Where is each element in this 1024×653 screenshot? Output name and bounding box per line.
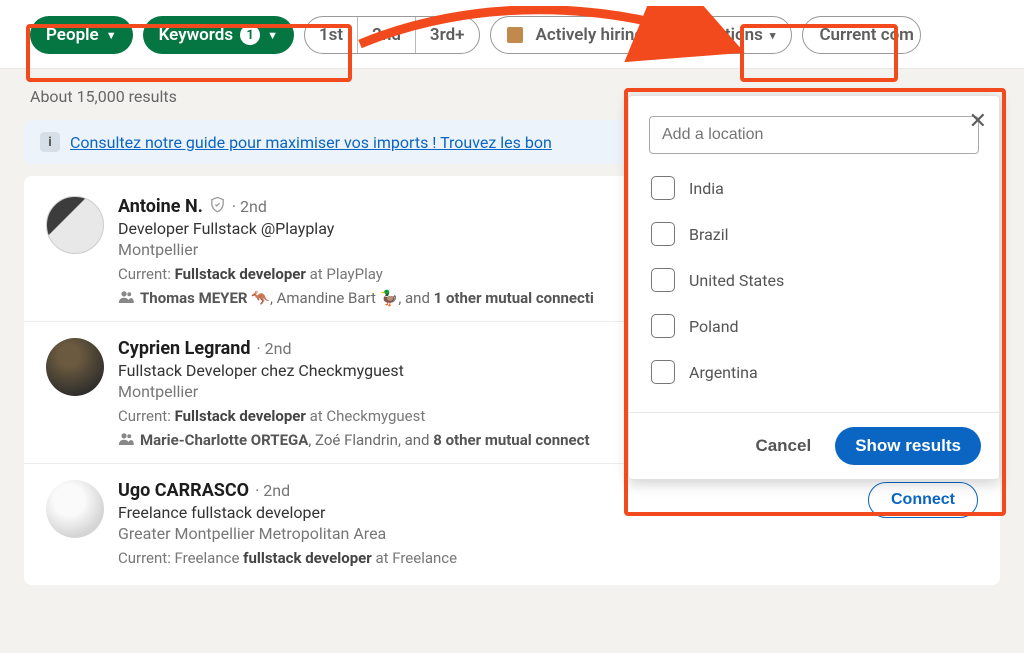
current-company-label: Current com — [819, 25, 914, 45]
filter-bar: People ▼ Keywords 1 ▼ 1st 2nd 3rd+ Activ… — [0, 0, 1024, 69]
checkbox[interactable] — [651, 360, 675, 384]
current-company-filter[interactable]: Current com — [802, 16, 921, 54]
option-label: Argentina — [689, 363, 758, 382]
degree: · 2nd — [255, 481, 290, 500]
option-label: Poland — [689, 317, 739, 336]
option-label: Brazil — [689, 225, 729, 244]
keywords-count-badge: 1 — [240, 25, 260, 45]
people-icon — [118, 289, 134, 307]
keywords-label: Keywords — [159, 25, 233, 45]
location-option[interactable]: Brazil — [651, 222, 977, 246]
actively-hiring-filter[interactable]: Actively hiring — [490, 16, 662, 54]
person-name[interactable]: Antoine N. — [118, 196, 203, 217]
checkbox[interactable] — [651, 176, 675, 200]
location-search-input[interactable] — [649, 116, 979, 154]
person-name[interactable]: Ugo CARRASCO — [118, 480, 249, 501]
location-option[interactable]: India — [651, 176, 977, 200]
hiring-label: Actively hiring — [536, 25, 645, 45]
info-icon: i — [40, 132, 60, 152]
degree: · 2nd — [257, 339, 292, 358]
connect-button[interactable]: Connect — [868, 482, 978, 518]
close-icon: ✕ — [969, 108, 987, 133]
cancel-button[interactable]: Cancel — [747, 430, 819, 462]
show-results-button[interactable]: Show results — [835, 427, 981, 465]
keywords-filter[interactable]: Keywords 1 ▼ — [143, 16, 294, 54]
info-link[interactable]: Consultez notre guide pour maximiser vos… — [70, 133, 552, 152]
checkbox[interactable] — [651, 222, 675, 246]
locations-popover: ✕ India Brazil United States Poland Arge… — [628, 95, 1000, 480]
people-icon — [118, 431, 134, 449]
locations-label: Locations — [688, 25, 763, 45]
people-filter[interactable]: People ▼ — [30, 16, 133, 54]
level-2nd[interactable]: 2nd — [357, 17, 415, 53]
checkbox[interactable] — [651, 314, 675, 338]
caret-down-icon: ▾ — [770, 29, 776, 42]
option-label: United States — [689, 271, 784, 290]
level-3rd[interactable]: 3rd+ — [415, 17, 479, 53]
location-option[interactable]: United States — [651, 268, 977, 292]
connection-level-segmented: 1st 2nd 3rd+ — [304, 16, 480, 54]
headline: Freelance fullstack developer — [118, 503, 978, 522]
checkbox[interactable] — [651, 268, 675, 292]
option-label: India — [689, 179, 724, 198]
result-item: Ugo CARRASCO · 2nd Freelance fullstack d… — [24, 464, 1000, 581]
avatar[interactable] — [46, 196, 104, 254]
briefcase-icon — [507, 27, 523, 43]
avatar[interactable] — [46, 338, 104, 396]
degree: · 2nd — [232, 197, 267, 216]
location-option[interactable]: Poland — [651, 314, 977, 338]
people-label: People — [46, 25, 99, 45]
caret-down-icon: ▼ — [267, 29, 278, 42]
caret-down-icon: ▼ — [106, 29, 117, 42]
location: Greater Montpellier Metropolitan Area — [118, 524, 978, 543]
avatar[interactable] — [46, 480, 104, 538]
locations-filter[interactable]: Locations ▾ — [671, 16, 792, 54]
current-position: Current: Freelance fullstack developer a… — [118, 549, 978, 567]
verified-shield-icon — [209, 196, 226, 217]
location-option[interactable]: Argentina — [651, 360, 977, 384]
person-name[interactable]: Cyprien Legrand — [118, 338, 251, 359]
level-1st[interactable]: 1st — [305, 17, 357, 53]
close-button[interactable]: ✕ — [965, 104, 991, 138]
